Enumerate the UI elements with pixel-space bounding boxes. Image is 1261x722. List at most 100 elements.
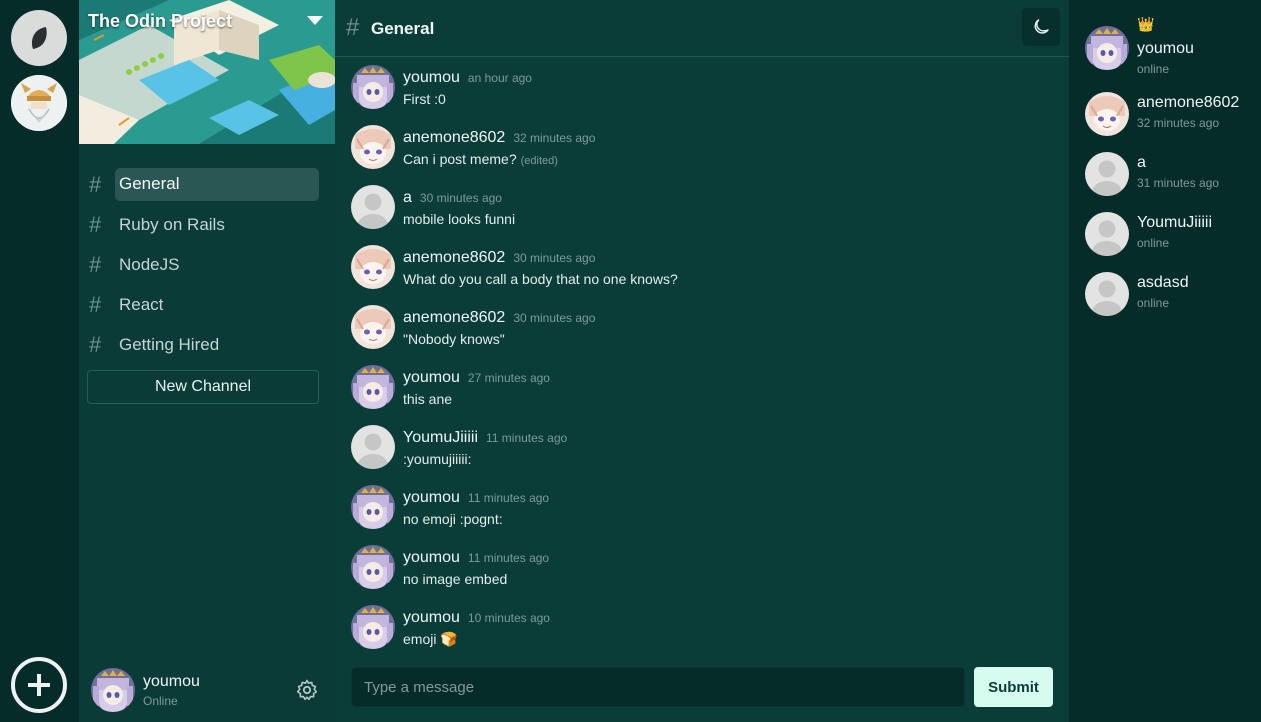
- list-item: youmou 11 minutes ago no image embed: [335, 537, 1035, 597]
- message-timestamp: 11 minutes ago: [467, 491, 550, 505]
- message-author[interactable]: youmou: [403, 369, 460, 386]
- list-item: anemone8602 30 minutes ago "Nobody knows": [335, 297, 1035, 357]
- member-item[interactable]: asdasd online: [1085, 272, 1261, 322]
- hash-icon: #: [89, 332, 102, 357]
- avatar[interactable]: [351, 485, 395, 529]
- avatar: [1085, 92, 1129, 136]
- gear-icon[interactable]: [295, 678, 319, 702]
- channel-label: Getting Hired: [119, 335, 220, 354]
- avatar[interactable]: [351, 605, 395, 649]
- channel-title: General: [371, 19, 435, 38]
- hash-icon: #: [346, 14, 360, 41]
- channel-label: NodeJS: [119, 255, 180, 274]
- member-item[interactable]: a 31 minutes ago: [1085, 152, 1261, 202]
- server-banner[interactable]: The Odin Project: [79, 0, 335, 144]
- channel-item-react[interactable]: # React: [87, 288, 319, 322]
- hash-icon: #: [89, 252, 102, 277]
- member-list: 👑 youmou online anemone8602 32 minutes a…: [1069, 0, 1261, 722]
- channel-label: Ruby on Rails: [119, 215, 225, 234]
- avatar: [1085, 152, 1129, 196]
- member-item[interactable]: youmou online: [1085, 26, 1261, 76]
- theme-toggle-button[interactable]: [1022, 8, 1060, 46]
- channel-item-ruby-on-rails[interactable]: # Ruby on Rails: [87, 208, 319, 242]
- list-item: anemone8602 32 minutes ago Can i post mem…: [335, 117, 1035, 177]
- message-author[interactable]: youmou: [403, 69, 460, 86]
- member-name: a: [1137, 154, 1146, 171]
- member-item[interactable]: YoumuJiiiii online: [1085, 212, 1261, 262]
- message-text: What do you call a body that no one know…: [403, 271, 678, 287]
- add-server-button[interactable]: [11, 657, 67, 713]
- message-text: First :0: [403, 91, 446, 107]
- avatar[interactable]: [91, 668, 135, 712]
- list-item: youmou 10 minutes ago emoji 🍞: [335, 597, 1035, 657]
- message-timestamp: an hour ago: [467, 71, 532, 85]
- message-author[interactable]: anemone8602: [403, 249, 505, 266]
- list-item: anemone8602 30 minutes ago What do you ca…: [335, 237, 1035, 297]
- message-input[interactable]: [351, 667, 965, 707]
- avatar: [1085, 26, 1129, 70]
- message-author[interactable]: anemone8602: [403, 129, 505, 146]
- member-status: online: [1137, 296, 1170, 310]
- avatar[interactable]: [351, 425, 395, 469]
- moon-icon: [1034, 19, 1049, 34]
- message-author[interactable]: youmou: [403, 549, 460, 566]
- new-channel-button[interactable]: New Channel: [87, 370, 319, 404]
- message-timestamp: 27 minutes ago: [467, 371, 550, 385]
- message-timestamp: 30 minutes ago: [419, 191, 502, 205]
- leaf-logo-icon: [31, 27, 47, 49]
- odin-logo-icon: [11, 75, 67, 131]
- odin-server-button[interactable]: [11, 75, 67, 131]
- server-menu-chevron-down-icon[interactable]: [307, 16, 323, 25]
- message-text: "Nobody knows": [403, 331, 505, 347]
- server-rail: [0, 0, 79, 722]
- avatar[interactable]: [351, 545, 395, 589]
- chat-header: # General: [335, 0, 1069, 57]
- home-server-button[interactable]: [11, 10, 67, 66]
- member-name: youmou: [1137, 40, 1194, 57]
- member-status: 32 minutes ago: [1137, 116, 1220, 130]
- list-item: youmou 27 minutes ago this ane: [335, 357, 1035, 417]
- channel-item-getting-hired[interactable]: # Getting Hired: [87, 328, 319, 362]
- channel-sidebar: The Odin Project # General # Ruby on Rai…: [79, 0, 335, 722]
- user-panel: youmou Online: [79, 656, 335, 722]
- message-timestamp: 30 minutes ago: [513, 251, 596, 265]
- hash-icon: #: [89, 172, 102, 197]
- message-timestamp: 32 minutes ago: [513, 131, 596, 145]
- message-author[interactable]: anemone8602: [403, 309, 505, 326]
- message-text: emoji 🍞: [403, 631, 458, 647]
- message-timestamp: 11 minutes ago: [486, 431, 568, 445]
- message-author[interactable]: a: [403, 189, 412, 206]
- channel-item-nodejs[interactable]: # NodeJS: [87, 248, 319, 282]
- member-status: online: [1137, 62, 1170, 76]
- avatar[interactable]: [351, 185, 395, 229]
- plus-icon: [28, 674, 50, 696]
- hash-icon: #: [89, 292, 102, 317]
- member-name: YoumuJiiiii: [1137, 214, 1212, 231]
- member-item[interactable]: anemone8602 32 minutes ago: [1085, 92, 1261, 142]
- avatar: [1085, 212, 1129, 256]
- avatar[interactable]: [351, 125, 395, 169]
- message-author[interactable]: youmou: [403, 609, 460, 626]
- avatar[interactable]: [351, 365, 395, 409]
- message-text: this ane: [403, 391, 453, 407]
- list-item: YoumuJiiiii 11 minutes ago :youmujiiiii:: [335, 417, 1035, 477]
- message-author[interactable]: YoumuJiiiii: [403, 429, 478, 446]
- member-status: online: [1137, 236, 1170, 250]
- avatar[interactable]: [351, 65, 395, 109]
- avatar[interactable]: [351, 305, 395, 349]
- channel-list: # General # Ruby on Rails # NodeJS # Rea…: [87, 168, 319, 368]
- message-text: mobile looks funni: [403, 211, 516, 227]
- message-text: no emoji :pognt:: [403, 511, 503, 527]
- channel-item-general[interactable]: # General: [87, 168, 319, 202]
- edited-label: (edited): [520, 155, 558, 167]
- member-status: 31 minutes ago: [1137, 176, 1220, 190]
- current-user-status: Online: [143, 694, 178, 708]
- submit-button[interactable]: Submit: [974, 667, 1053, 707]
- message-author[interactable]: youmou: [403, 489, 460, 506]
- server-name: The Odin Project: [88, 11, 233, 31]
- channel-label: React: [119, 295, 164, 314]
- message-timestamp: 10 minutes ago: [467, 611, 550, 625]
- member-name: asdasd: [1137, 274, 1189, 291]
- avatar[interactable]: [351, 245, 395, 289]
- message-text: :youmujiiiii:: [403, 451, 472, 467]
